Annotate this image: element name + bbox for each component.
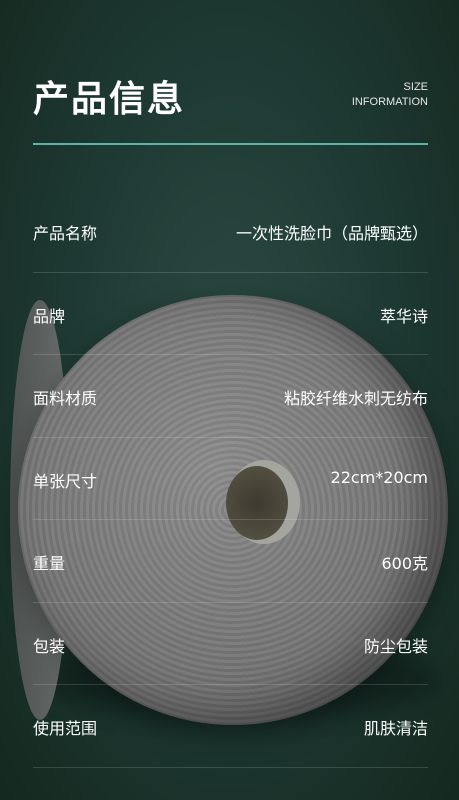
info-value: 粘胶纤维水刺无纺布: [283, 389, 428, 408]
info-label: 产品名称: [33, 224, 98, 243]
info-row-material: 面料材质 粘胶纤维水刺无纺布: [33, 355, 428, 438]
info-value: 防尘包装: [363, 636, 428, 656]
size-label-line1: SIZE: [403, 81, 428, 93]
info-row-product-name: 产品名称 一次性洗脸巾（品牌甄选）: [33, 190, 428, 273]
info-label: 面料材质: [33, 389, 98, 408]
info-list: 产品名称 一次性洗脸巾（品牌甄选） 品牌 萃华诗 面料材质 粘胶纤维水刺无纺布 …: [33, 190, 428, 768]
page-title: 产品信息: [33, 79, 186, 120]
info-label: 单张尺寸: [33, 471, 98, 491]
info-label: 品牌: [33, 306, 66, 326]
info-row-packaging: 包装 防尘包装: [33, 603, 428, 685]
header-divider: [33, 143, 428, 145]
info-value: 22cm*20cm: [330, 467, 428, 487]
info-value: 萃华诗: [379, 306, 428, 326]
info-row-weight: 重量 600克: [33, 520, 428, 603]
info-label: 包装: [33, 636, 66, 656]
info-label: 重量: [33, 554, 66, 573]
info-label: 使用范围: [33, 719, 98, 738]
info-row-usage: 使用范围 肌肤清洁: [33, 685, 428, 768]
info-row-sheet-size: 单张尺寸 22cm*20cm: [33, 438, 428, 520]
size-information-label: SIZE INFORMATION: [352, 80, 428, 110]
info-row-brand: 品牌 萃华诗: [33, 273, 428, 355]
info-value: 一次性洗脸巾（品牌甄选）: [235, 224, 428, 243]
info-value: 肌肤清洁: [363, 719, 428, 738]
size-label-line2: INFORMATION: [351, 96, 428, 108]
info-value: 600克: [381, 554, 428, 573]
